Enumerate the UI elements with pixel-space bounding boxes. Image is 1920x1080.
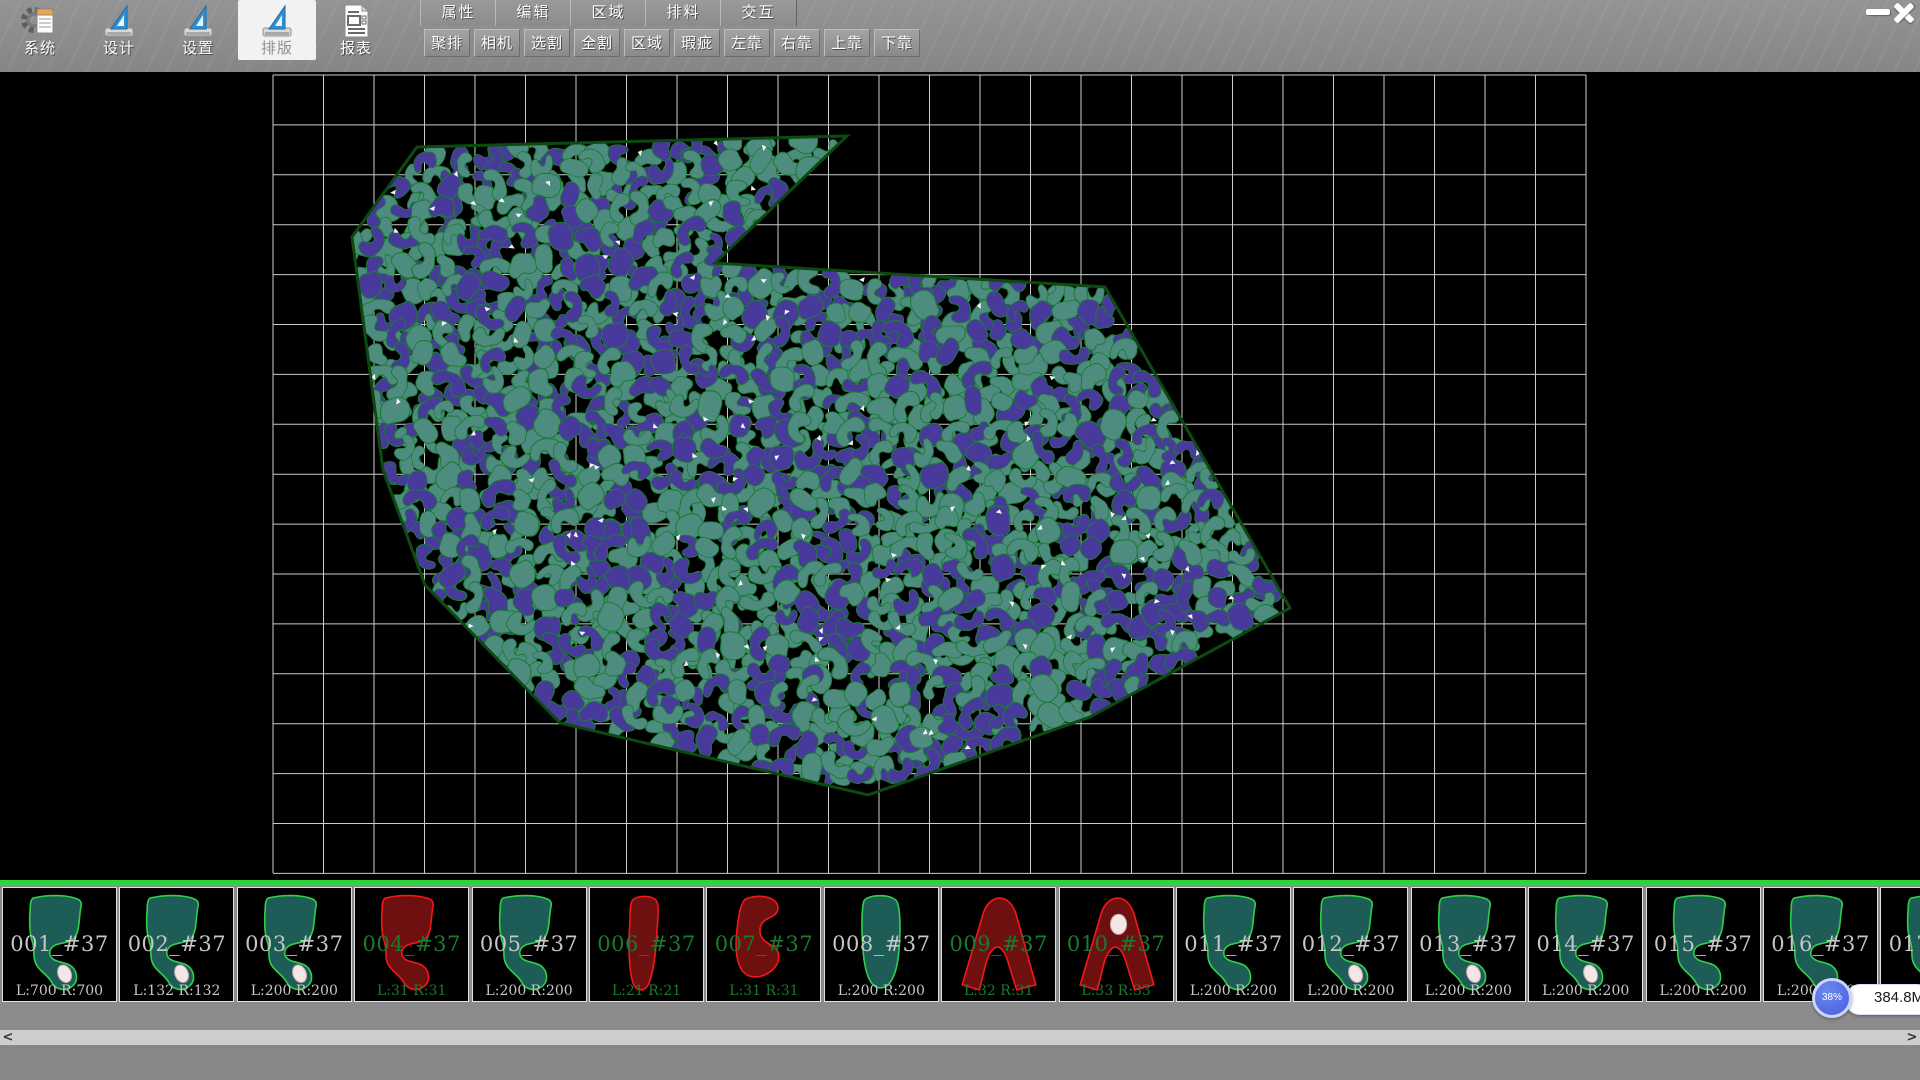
toolbar-chrome: 系统设计设置排版报表 属性编辑区域排料交互 聚排相机选割全割区域瑕疵左靠右靠上靠… xyxy=(0,0,1920,72)
piece-name: 007_#37 xyxy=(707,932,820,956)
tab-1[interactable]: 属性 xyxy=(420,0,497,26)
piece-lr-count: L:31 R:31 xyxy=(355,983,468,999)
piece-lr-count: L:200 R:200 xyxy=(1294,983,1407,999)
piece-name: 005_#37 xyxy=(473,932,586,956)
tool-button-2[interactable]: 相机 xyxy=(474,29,520,57)
app-nav-5[interactable]: 报表 xyxy=(317,0,395,60)
piece-lr-count: L:33 R:33 xyxy=(1060,983,1173,999)
tool-button-5[interactable]: 区域 xyxy=(624,29,670,57)
thumbnail-cell[interactable]: 006_#37 L:21 R:21 xyxy=(589,887,704,1002)
piece-lr-count: L:200 R:200 xyxy=(1647,983,1760,999)
app-nav-label: 系统 xyxy=(1,37,79,58)
percent-circle: 38% xyxy=(1812,978,1852,1018)
memory-pill: 384.8M xyxy=(1845,984,1920,1015)
app-nav-3[interactable]: 设置 xyxy=(159,0,237,60)
thumbnail-cell[interactable]: 009_#37 L:32 R:31 xyxy=(941,887,1056,1002)
memory-badge[interactable]: 384.8M 38% xyxy=(1812,978,1920,1020)
thumbnail-cell[interactable]: 012_#37 L:200 R:200 xyxy=(1293,887,1408,1002)
piece-lr-count: L:31 R:31 xyxy=(707,983,820,999)
piece-name: 003_#37 xyxy=(238,932,351,956)
horizontal-scrollbar[interactable]: < > xyxy=(0,1030,1920,1045)
thumbnail-strip: 001_#37L:700 R:700002_#37L:132 R:132003_… xyxy=(0,880,1920,1004)
tool-button-9[interactable]: 上靠 xyxy=(824,29,870,57)
scroll-right-arrow[interactable]: > xyxy=(1904,1030,1920,1045)
tool-button-10[interactable]: 下靠 xyxy=(874,29,920,57)
thumbnail-cell[interactable]: 010_#37 L:33 R:33 xyxy=(1059,887,1174,1002)
piece-lr-count: L:200 R:200 xyxy=(1412,983,1525,999)
piece-lr-count: L:200 R:200 xyxy=(825,983,938,999)
piece-name: 009_#37 xyxy=(942,932,1055,956)
piece-lr-count: L:200 R:200 xyxy=(238,983,351,999)
nesting-drawing xyxy=(0,72,1920,880)
piece-name: 011_#37 xyxy=(1177,932,1290,956)
strip-separator xyxy=(0,880,1920,886)
nesting-canvas[interactable] xyxy=(0,72,1920,880)
piece-lr-count: L:200 R:200 xyxy=(1177,983,1290,999)
thumbnail-cell[interactable]: 013_#37 L:200 R:200 xyxy=(1411,887,1526,1002)
piece-name: 014_#37 xyxy=(1529,932,1642,956)
tool-button-3[interactable]: 选割 xyxy=(524,29,570,57)
thumbnail-cell[interactable]: 015_#37 L:200 R:200 xyxy=(1646,887,1761,1002)
tool-button-4[interactable]: 全割 xyxy=(574,29,620,57)
piece-lr-count: L:200 R:200 xyxy=(473,983,586,999)
thumbnail-cell[interactable]: 004_#37 L:31 R:31 xyxy=(354,887,469,1002)
piece-lr-count: L:132 R:132 xyxy=(120,983,233,999)
thumbnail-cell[interactable]: 014_#37 L:200 R:200 xyxy=(1528,887,1643,1002)
piece-lr-count: L:200 R:200 xyxy=(1529,983,1642,999)
thumbnail-cell[interactable]: 011_#37 L:200 R:200 xyxy=(1176,887,1291,1002)
memory-value: 384.8M xyxy=(1874,989,1920,1006)
thumbnail-cell[interactable]: 002_#37 L:132 R:132 xyxy=(119,887,234,1002)
app-nav-label: 设置 xyxy=(159,37,237,58)
minimize-button[interactable] xyxy=(1866,9,1890,15)
tool-button-6[interactable]: 瑕疵 xyxy=(674,29,720,57)
tab-4[interactable]: 排料 xyxy=(645,0,722,26)
tool-button-8[interactable]: 右靠 xyxy=(774,29,820,57)
app-nav-2[interactable]: 设计 xyxy=(80,0,158,60)
piece-lr-count: L:32 R:31 xyxy=(942,983,1055,999)
piece-name: 001_#37 xyxy=(3,932,116,956)
piece-name: 017_#37 xyxy=(1881,932,1920,956)
thumbnail-cell[interactable]: 001_#37 L:700 R:700 xyxy=(2,887,117,1002)
piece-lr-count: L:700 R:700 xyxy=(3,983,116,999)
thumbnail-cell[interactable]: 008_#37 L:200 R:200 xyxy=(824,887,939,1002)
scroll-left-arrow[interactable]: < xyxy=(0,1030,16,1045)
thumbnail-cell[interactable]: 003_#37 L:200 R:200 xyxy=(237,887,352,1002)
app-nav-label: 设计 xyxy=(80,37,158,58)
piece-name: 002_#37 xyxy=(120,932,233,956)
tab-3[interactable]: 区域 xyxy=(570,0,647,26)
status-bar xyxy=(0,1045,1920,1080)
piece-name: 006_#37 xyxy=(590,932,703,956)
app-nav-4[interactable]: 排版 xyxy=(238,0,316,60)
piece-name: 010_#37 xyxy=(1060,932,1173,956)
tool-button-7[interactable]: 左靠 xyxy=(724,29,770,57)
thumbnail-cell[interactable]: 005_#37 L:200 R:200 xyxy=(472,887,587,1002)
piece-name: 016_#37 xyxy=(1764,932,1877,956)
close-button[interactable] xyxy=(1891,1,1917,25)
piece-name: 012_#37 xyxy=(1294,932,1407,956)
app-nav-label: 报表 xyxy=(317,37,395,58)
tool-button-1[interactable]: 聚排 xyxy=(424,29,470,57)
piece-name: 015_#37 xyxy=(1647,932,1760,956)
thumbnail-cell[interactable]: 007_#37 L:31 R:31 xyxy=(706,887,821,1002)
app-window: 系统设计设置排版报表 属性编辑区域排料交互 聚排相机选割全割区域瑕疵左靠右靠上靠… xyxy=(0,0,1920,1080)
piece-name: 004_#37 xyxy=(355,932,468,956)
tab-2[interactable]: 编辑 xyxy=(495,0,572,26)
app-nav-1[interactable]: 系统 xyxy=(1,0,79,60)
piece-name: 013_#37 xyxy=(1412,932,1525,956)
tab-5[interactable]: 交互 xyxy=(720,0,797,26)
nested-pieces xyxy=(339,124,1293,789)
app-nav-label: 排版 xyxy=(238,37,316,58)
piece-name: 008_#37 xyxy=(825,932,938,956)
piece-lr-count: L:21 R:21 xyxy=(590,983,703,999)
